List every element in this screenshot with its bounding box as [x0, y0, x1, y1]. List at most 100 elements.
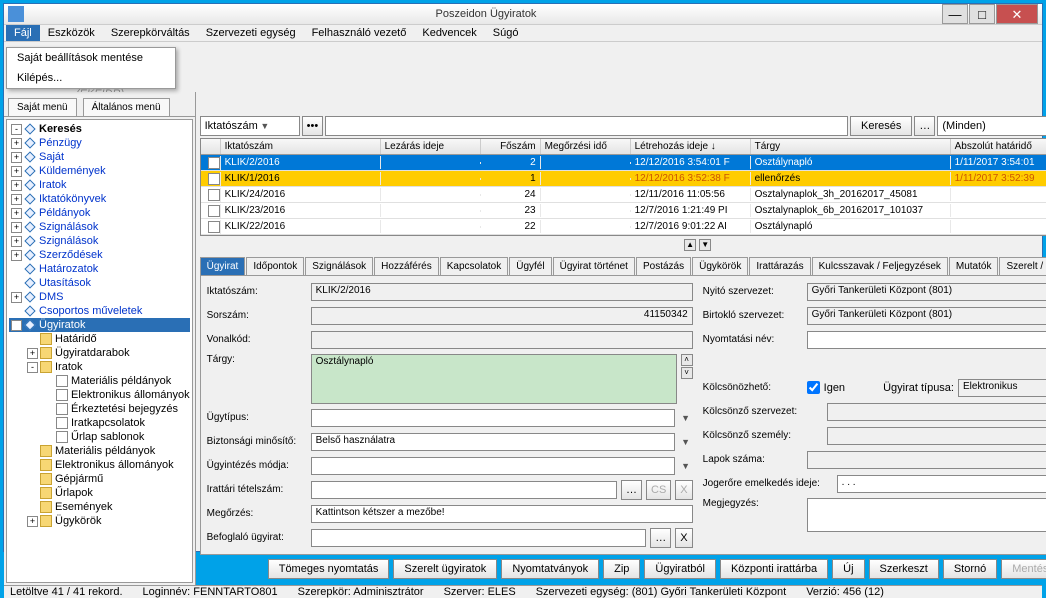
menu-exit[interactable]: Kilépés... [7, 68, 175, 88]
field-ugyint[interactable] [311, 457, 675, 475]
action-zip[interactable]: Zip [603, 559, 640, 579]
tree-item[interactable]: +Saját [9, 150, 190, 164]
action-ügyiratból[interactable]: Ügyiratból [644, 559, 716, 579]
menu-fájl[interactable]: Fájl [6, 25, 40, 41]
action-szerelt-ügyiratok[interactable]: Szerelt ügyiratok [393, 559, 497, 579]
tree-item[interactable]: +Iktatókönyvek [9, 192, 190, 206]
field-ugytipus[interactable] [311, 409, 675, 427]
scope-combo[interactable]: (Minden)▼ [937, 116, 1046, 136]
action-tömeges-nyomtatás[interactable]: Tömeges nyomtatás [268, 559, 390, 579]
scroll-down-icon[interactable]: ▼ [699, 239, 711, 251]
menu-eszközök[interactable]: Eszközök [40, 25, 103, 41]
tree-item[interactable]: Események [9, 500, 190, 514]
irattari-dots-button[interactable]: … [621, 480, 642, 500]
tree-item[interactable]: +Szerződések [9, 248, 190, 262]
field-nyomtat[interactable] [807, 331, 1046, 349]
tree-item[interactable]: Csoportos műveletek [9, 304, 190, 318]
results-grid[interactable]: IktatószámLezárás idejeFőszámMegőrzési i… [200, 138, 1046, 236]
tree-item[interactable]: +Ügykörök [9, 514, 190, 528]
filter-dots-button[interactable]: ••• [302, 116, 324, 136]
detail-tab[interactable]: Szignálások [305, 257, 373, 275]
action-új[interactable]: Új [832, 559, 864, 579]
tree-item[interactable]: -Ügyiratok [9, 318, 190, 332]
menu-kedvencek[interactable]: Kedvencek [414, 25, 484, 41]
search-input[interactable] [325, 116, 848, 136]
column-header[interactable]: Megőrzési idő [541, 139, 631, 154]
detail-tab[interactable]: Kapcsolatok [440, 257, 508, 275]
field-megjegyzes[interactable] [807, 498, 1046, 532]
action-szerkeszt[interactable]: Szerkeszt [869, 559, 939, 579]
minimize-button[interactable]: — [942, 4, 968, 24]
menu-szerepkörváltás[interactable]: Szerepkörváltás [103, 25, 198, 41]
tree-item[interactable]: +Küldemények [9, 164, 190, 178]
tree-item[interactable]: Határozatok [9, 262, 190, 276]
menu-felhasználó vezető[interactable]: Felhasználó vezető [304, 25, 415, 41]
action-stornó[interactable]: Stornó [943, 559, 997, 579]
detail-tab[interactable]: Ügyfél [509, 257, 551, 275]
tree-item[interactable]: Határidő [9, 332, 190, 346]
field-jogerore[interactable]: . . . [837, 475, 1046, 493]
targy-down-icon[interactable]: ˅ [681, 367, 693, 379]
detail-tab[interactable]: Ügyirat [200, 257, 246, 275]
tree-item[interactable]: -Keresés [9, 122, 190, 136]
detail-tab[interactable]: Ügyirat történet [553, 257, 635, 275]
menu-szervezeti egység[interactable]: Szervezeti egység [198, 25, 304, 41]
tree-item[interactable]: +Szignálások [9, 220, 190, 234]
tree-item[interactable]: +DMS [9, 290, 190, 304]
nav-tree[interactable]: -Keresés+Pénzügy+Saját+Küldemények+Irato… [6, 119, 193, 583]
field-irattari[interactable] [311, 481, 617, 499]
search-button[interactable]: Keresés [850, 116, 912, 136]
menu-súgó[interactable]: Súgó [485, 25, 527, 41]
sidebar-tab-general[interactable]: Általános menü [83, 98, 170, 116]
table-row[interactable]: KLIK/24/20162412/11/2016 11:05:56Osztaly… [201, 187, 1046, 203]
column-header[interactable]: Tárgy [751, 139, 951, 154]
targy-up-icon[interactable]: ˄ [681, 354, 693, 366]
tree-item[interactable]: Utasítások [9, 276, 190, 290]
detail-tab[interactable]: Időpontok [246, 257, 304, 275]
tree-item[interactable]: +Szignálások [9, 234, 190, 248]
tree-item[interactable]: Űrlapok [9, 486, 190, 500]
table-row[interactable]: KLIK/23/20162312/7/2016 1:21:49 PIOsztal… [201, 203, 1046, 219]
column-header[interactable] [201, 139, 221, 154]
table-row[interactable]: KLIK/2/2016212/12/2016 3:54:01 FOsztályn… [201, 155, 1046, 171]
detail-tab[interactable]: Postázás [636, 257, 691, 275]
column-header[interactable]: Iktatószám [221, 139, 381, 154]
tree-item[interactable]: Gépjármű [9, 472, 190, 486]
detail-tab[interactable]: Szerelt / csatolt ügyiratok [999, 257, 1046, 275]
table-row[interactable]: KLIK/22/20162212/7/2016 9:01:22 AIOsztál… [201, 219, 1046, 235]
tree-item[interactable]: Űrlap sablonok [9, 430, 190, 444]
tree-item[interactable]: +Iratok [9, 178, 190, 192]
sidebar-tab-own[interactable]: Saját menü [8, 98, 77, 116]
detail-tab[interactable]: Mutatók [949, 257, 999, 275]
tree-item[interactable]: -Iratok [9, 360, 190, 374]
detail-tab[interactable]: Irattárazás [749, 257, 810, 275]
table-row[interactable]: KLIK/1/2016112/12/2016 3:52:38 Fellenőrz… [201, 171, 1046, 187]
maximize-button[interactable]: □ [969, 4, 995, 24]
menu-save-settings[interactable]: Saját beállítások mentése [7, 48, 175, 68]
action-központi-irattárba[interactable]: Központi irattárba [720, 559, 828, 579]
column-header[interactable]: Abszolút határidő [951, 139, 1046, 154]
field-befoglalo[interactable] [311, 529, 647, 547]
search-dots-button[interactable]: … [914, 116, 935, 136]
tree-item[interactable]: Iratkapcsolatok [9, 416, 190, 430]
field-megorzes[interactable]: Kattintson kétszer a mezőbe! [311, 505, 693, 523]
tree-item[interactable]: Materiális példányok [9, 444, 190, 458]
tree-item[interactable]: Érkeztetési bejegyzés [9, 402, 190, 416]
detail-tab[interactable]: Ügykörök [692, 257, 748, 275]
tree-item[interactable]: +Pénzügy [9, 136, 190, 150]
tree-item[interactable]: Materiális példányok [9, 374, 190, 388]
column-header[interactable]: Lezárás ideje [381, 139, 481, 154]
detail-tab[interactable]: Hozzáférés [374, 257, 439, 275]
scroll-up-icon[interactable]: ▲ [684, 239, 696, 251]
tree-item[interactable]: Elektronikus állományok [9, 388, 190, 402]
column-header[interactable]: Létrehozás ideje ↓ [631, 139, 751, 154]
x-button-2[interactable]: X [675, 528, 692, 548]
kolcson-checkbox[interactable] [807, 381, 820, 394]
action-nyomtatványok[interactable]: Nyomtatványok [501, 559, 599, 579]
field-targy[interactable]: Osztálynapló [311, 354, 677, 404]
befoglalo-dots-button[interactable]: … [650, 528, 671, 548]
column-header[interactable]: Főszám [481, 139, 541, 154]
tree-item[interactable]: +Példányok [9, 206, 190, 220]
tree-item[interactable]: +Ügyiratdarabok [9, 346, 190, 360]
detail-tab[interactable]: Kulcsszavak / Feljegyzések [812, 257, 948, 275]
